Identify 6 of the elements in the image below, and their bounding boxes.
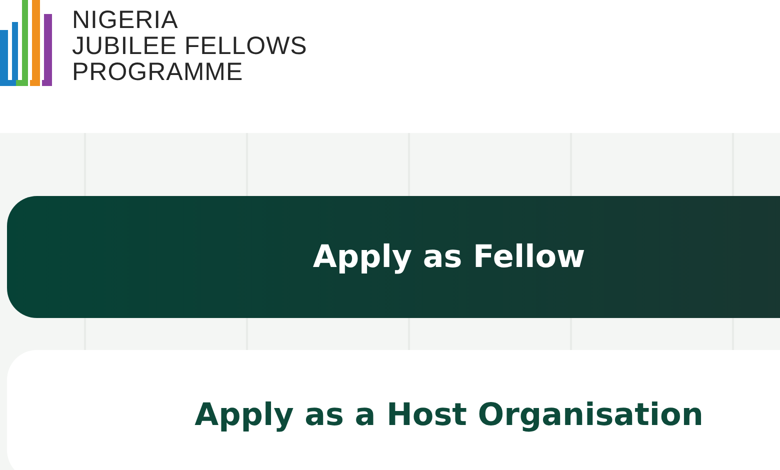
logo-text: JUBILEE FELLOWS — [72, 33, 308, 59]
apply-host-button[interactable]: Apply as a Host Organisation — [7, 350, 780, 470]
logo-text: NIGERIA — [72, 7, 180, 33]
logo-icon — [0, 0, 54, 86]
apply-fellow-button[interactable]: Apply as Fellow — [7, 196, 780, 318]
logo-text: PROGRAMME — [72, 59, 244, 85]
